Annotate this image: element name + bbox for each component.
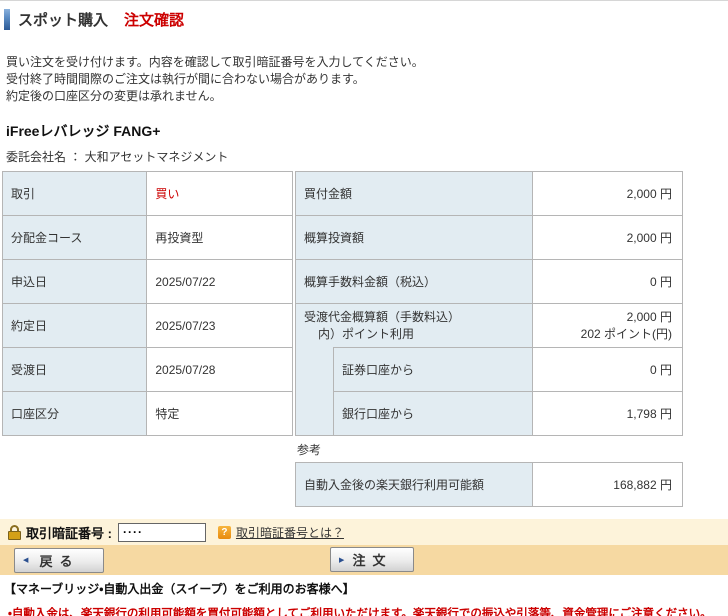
table-row: 申込日 2025/07/22	[3, 260, 293, 304]
trade-label-cell: 取引	[3, 172, 147, 216]
money-bridge-notice: 【マネーブリッジ・自動入出金（スイープ）をご利用のお客様へ】 ・自動入金は、楽天…	[4, 580, 728, 616]
intro-line-2: 受付終了時間間際のご注文は執行が間に合わない場合があります。	[6, 71, 728, 88]
pin-help-link[interactable]: 取引暗証番号とは？	[236, 524, 344, 541]
table-row: 概算投資額 2,000 円	[296, 216, 683, 260]
order-confirmation-page: スポット購入 注文確認 買い注文を受け付けます。内容を確認して取引暗証番号を入力…	[0, 0, 728, 616]
purchase-amount-value-cell: 2,000 円	[533, 172, 683, 216]
amounts-table: 買付金額 2,000 円 概算投資額 2,000 円 概算手数料金額（税込） 0…	[295, 171, 683, 436]
pin-label: 取引暗証番号 :	[26, 523, 112, 542]
intro-text: 買い注文を受け付けます。内容を確認して取引暗証番号を入力してください。 受付終了…	[6, 54, 728, 105]
application-date-label-cell: 申込日	[3, 260, 147, 304]
table-row: 自動入金後の楽天銀行利用可能額 168,882 円	[296, 463, 683, 507]
order-button-label: 注文	[352, 550, 392, 569]
contract-date-label-cell: 約定日	[3, 304, 147, 348]
table-row: 受渡代金概算額（手数料込） 内）ポイント利用 2,000 円 202 ポイント(…	[296, 304, 683, 348]
reference-title: 参考	[297, 441, 683, 458]
settlement-date-label-cell: 受渡日	[3, 348, 147, 392]
amounts-column: 買付金額 2,000 円 概算投資額 2,000 円 概算手数料金額（税込） 0…	[295, 171, 683, 507]
purchase-amount-label-cell: 買付金額	[296, 172, 533, 216]
distribution-value-cell: 再投資型	[147, 216, 293, 260]
fund-name: iFreeレバレッジ FANG+	[6, 121, 728, 141]
securities-account-label-cell: 証券口座から	[333, 348, 532, 392]
bank-available-label-cell: 自動入金後の楽天銀行利用可能額	[296, 463, 533, 507]
title-accent-bar	[4, 9, 10, 30]
est-fee-value-cell: 0 円	[533, 260, 683, 304]
settlement-amount-value-cell: 2,000 円 202 ポイント(円)	[533, 304, 683, 348]
order-button[interactable]: ▶ 注文	[330, 547, 414, 572]
table-row: 買付金額 2,000 円	[296, 172, 683, 216]
table-row: 口座区分 特定	[3, 392, 293, 436]
back-button-label: 戻る	[39, 551, 79, 570]
page-subtitle: 注文確認	[124, 9, 184, 30]
est-fee-label-cell: 概算手数料金額（税込）	[296, 260, 533, 304]
order-arrow-icon: ▶	[339, 556, 344, 564]
trade-value-cell: 買い	[147, 172, 293, 216]
fund-section: iFreeレバレッジ FANG+ 委託会社名 ： 大和アセットマネジメント	[6, 121, 728, 165]
back-button[interactable]: ◀ 戻る	[14, 548, 104, 573]
account-type-label-cell: 口座区分	[3, 392, 147, 436]
contract-date-value-cell: 2025/07/23	[147, 304, 293, 348]
application-date-value-cell: 2025/07/22	[147, 260, 293, 304]
table-row: 取引 買い	[3, 172, 293, 216]
notice-bullet-1: ・自動入金は、楽天銀行の利用可能額を買付可能額としてご利用いただけます。楽天銀行…	[8, 605, 728, 616]
fund-company: 委託会社名 ： 大和アセットマネジメント	[6, 148, 728, 165]
action-button-bar: ◀ 戻る ▶ 注文	[0, 545, 728, 575]
settlement-date-value-cell: 2025/07/28	[147, 348, 293, 392]
settlement-points-value: 202 ポイント(円)	[541, 326, 672, 343]
order-tables: 取引 買い 分配金コース 再投資型 申込日 2025/07/22 約定日 202…	[2, 171, 728, 507]
page-title-bar: スポット購入 注文確認	[0, 1, 728, 31]
reference-table: 自動入金後の楽天銀行利用可能額 168,882 円	[295, 462, 683, 507]
settlement-amount-value: 2,000 円	[541, 309, 672, 326]
back-arrow-icon: ◀	[23, 556, 28, 564]
est-investment-label-cell: 概算投資額	[296, 216, 533, 260]
table-row: 受渡日 2025/07/28	[3, 348, 293, 392]
table-row: 概算手数料金額（税込） 0 円	[296, 260, 683, 304]
intro-line-1: 買い注文を受け付けます。内容を確認して取引暗証番号を入力してください。	[6, 54, 728, 71]
table-row: 約定日 2025/07/23	[3, 304, 293, 348]
settlement-points-label: 内）ポイント利用	[304, 326, 524, 343]
intro-line-3: 約定後の口座区分の変更は承れません。	[6, 88, 728, 105]
bank-available-value-cell: 168,882 円	[533, 463, 683, 507]
pin-input[interactable]	[118, 523, 206, 542]
est-investment-value-cell: 2,000 円	[533, 216, 683, 260]
settlement-label-spacer-cell	[296, 348, 334, 436]
settlement-amount-label: 受渡代金概算額（手数料込）	[304, 309, 524, 326]
securities-account-value-cell: 0 円	[533, 348, 683, 392]
help-icon[interactable]: ?	[218, 526, 231, 539]
page-title: スポット購入	[18, 9, 108, 30]
pin-entry-bar: 取引暗証番号 : ? 取引暗証番号とは？	[0, 519, 728, 545]
order-details-table: 取引 買い 分配金コース 再投資型 申込日 2025/07/22 約定日 202…	[2, 171, 293, 436]
account-type-value-cell: 特定	[147, 392, 293, 436]
notice-heading: 【マネーブリッジ・自動入出金（スイープ）をご利用のお客様へ】	[4, 580, 728, 597]
lock-icon	[8, 525, 21, 540]
bank-account-value-cell: 1,798 円	[533, 392, 683, 436]
distribution-label-cell: 分配金コース	[3, 216, 147, 260]
bank-account-label-cell: 銀行口座から	[333, 392, 532, 436]
table-row: 銀行口座から 1,798 円	[296, 392, 683, 436]
table-row: 証券口座から 0 円	[296, 348, 683, 392]
settlement-amount-label-cell: 受渡代金概算額（手数料込） 内）ポイント利用	[296, 304, 533, 348]
table-row: 分配金コース 再投資型	[3, 216, 293, 260]
